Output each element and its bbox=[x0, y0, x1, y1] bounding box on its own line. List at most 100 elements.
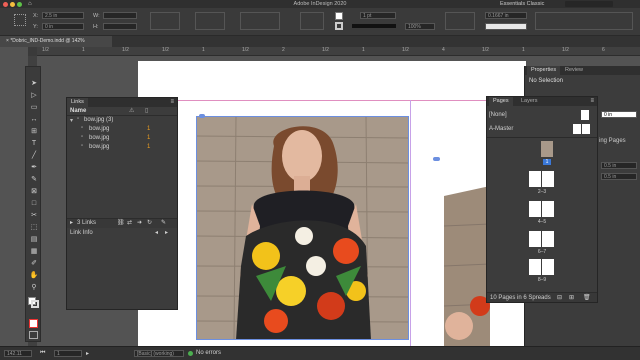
home-icon[interactable]: ⌂ bbox=[28, 1, 32, 7]
direct-selection-tool-icon[interactable]: ▷ bbox=[29, 91, 39, 101]
hand-tool-icon[interactable]: ✋ bbox=[29, 271, 39, 281]
prev-link-icon[interactable]: ◂ bbox=[155, 229, 158, 236]
relink-cc-icon[interactable]: ⛓ bbox=[117, 219, 125, 226]
relink-icon[interactable]: ⇄ bbox=[127, 219, 132, 226]
document-tab[interactable]: × *Dobric_IND-Demo.indd @ 142% bbox=[0, 36, 112, 47]
page-size-icon[interactable]: ⊟ bbox=[557, 294, 562, 301]
effects-buttons[interactable] bbox=[445, 12, 475, 30]
page-thumb-2[interactable] bbox=[529, 171, 541, 187]
tab-links[interactable]: Links bbox=[67, 98, 88, 107]
delete-page-icon[interactable]: 🗑 bbox=[583, 294, 591, 301]
reference-point-icon[interactable] bbox=[14, 14, 26, 26]
first-page-icon[interactable]: ⏮ bbox=[40, 350, 45, 357]
page-column-icon[interactable]: ▯ bbox=[145, 107, 148, 114]
goto-link-icon[interactable]: ➜ bbox=[137, 219, 142, 226]
screen-mode-icon[interactable] bbox=[29, 331, 38, 339]
content-collector-icon[interactable]: ⊞ bbox=[29, 127, 39, 137]
column-name[interactable]: Name bbox=[70, 108, 86, 114]
link-info-row[interactable]: Link Info ◂ ▸ bbox=[67, 228, 177, 238]
stroke-swatch[interactable] bbox=[335, 22, 343, 30]
tab-pages[interactable]: Pages bbox=[489, 97, 513, 106]
stroke-type-selector[interactable] bbox=[352, 24, 396, 28]
y-field[interactable]: 0 in bbox=[42, 23, 84, 30]
none-master[interactable]: [None] bbox=[489, 112, 507, 118]
margin-top-field[interactable]: 0.5 in bbox=[601, 162, 637, 169]
update-link-icon[interactable]: ↻ bbox=[147, 219, 152, 226]
frame-handle[interactable] bbox=[433, 157, 440, 161]
page-thumb-6[interactable] bbox=[529, 231, 541, 247]
disclosure-triangle-icon[interactable]: ▾ bbox=[70, 117, 73, 124]
stroke-swatch-icon[interactable] bbox=[31, 300, 39, 308]
gap-field[interactable]: 0.1667 in bbox=[485, 12, 527, 19]
horizontal-ruler[interactable]: 1/2 1 1/2 1/2 1 1/2 2 1/2 1 1/2 4 1/2 1 1/2 6 bbox=[36, 47, 640, 56]
content-grabber-handle[interactable] bbox=[199, 114, 205, 118]
page-thumb-8[interactable] bbox=[529, 259, 541, 275]
collapse-icon[interactable]: ▸ bbox=[70, 219, 73, 226]
links-item-row[interactable]: ▫ bow.jpg 1 bbox=[67, 134, 177, 143]
w-field[interactable] bbox=[103, 12, 137, 19]
zoom-field[interactable]: 142.11 bbox=[4, 350, 32, 357]
page-thumb-4[interactable] bbox=[529, 201, 541, 217]
next-link-icon[interactable]: ▸ bbox=[165, 229, 168, 236]
apply-none-icon[interactable] bbox=[29, 319, 38, 328]
stroke-weight-field[interactable]: 1 pt bbox=[360, 12, 396, 19]
preflight-profile[interactable]: [Basic] (working) bbox=[134, 350, 184, 357]
gradient-tool-icon[interactable]: ▤ bbox=[29, 235, 39, 245]
tab-review[interactable]: Review bbox=[561, 66, 587, 75]
link-page[interactable]: 1 bbox=[147, 144, 150, 150]
fill-swatch[interactable] bbox=[335, 12, 343, 20]
new-page-icon[interactable]: ⊞ bbox=[569, 294, 574, 301]
tab-layers[interactable]: Layers bbox=[517, 97, 542, 106]
spread-label-4[interactable]: 6–7 bbox=[532, 249, 552, 255]
preflight-status[interactable]: No errors bbox=[196, 350, 221, 356]
spread-label-1[interactable]: 1 bbox=[543, 159, 551, 165]
links-group-row[interactable]: ▾ ▫ bow.jpg (3) bbox=[67, 116, 177, 125]
spread-label-3[interactable]: 4–5 bbox=[532, 219, 552, 225]
links-item-row[interactable]: ▫ bow.jpg 1 bbox=[67, 125, 177, 134]
scissors-tool-icon[interactable]: ✂ bbox=[29, 211, 39, 221]
a-master-thumb-left[interactable] bbox=[573, 124, 581, 134]
panel-menu-icon[interactable]: ≡ bbox=[170, 99, 174, 105]
edit-original-icon[interactable]: ✎ bbox=[161, 219, 166, 226]
margin-field[interactable]: 0 in bbox=[601, 111, 637, 118]
rotate-shear-fields[interactable] bbox=[195, 12, 225, 30]
spread-label-5[interactable]: 8–9 bbox=[532, 277, 552, 283]
page-tool-icon[interactable]: ▭ bbox=[29, 103, 39, 113]
tab-close-icon[interactable]: × bbox=[6, 38, 9, 44]
page-thumb-3[interactable] bbox=[542, 171, 554, 187]
margin-bottom-field[interactable]: 0.5 in bbox=[601, 173, 637, 180]
scale-fields[interactable] bbox=[150, 12, 180, 30]
rectangle-frame-tool-icon[interactable]: ⊠ bbox=[29, 187, 39, 197]
page-thumb-9[interactable] bbox=[542, 259, 554, 275]
pencil-tool-icon[interactable]: ✎ bbox=[29, 175, 39, 185]
selection-tool-icon[interactable]: ➤ bbox=[29, 79, 39, 89]
x-field[interactable]: 2.5 in bbox=[42, 12, 84, 19]
type-tool-icon[interactable]: T bbox=[29, 139, 39, 149]
second-image-frame[interactable] bbox=[444, 186, 490, 346]
eyedropper-tool-icon[interactable]: ✐ bbox=[29, 259, 39, 269]
links-item-row[interactable]: ▫ bow.jpg 1 bbox=[67, 143, 177, 152]
page-thumb-1[interactable] bbox=[541, 141, 553, 157]
opacity-field[interactable]: 100% bbox=[405, 23, 435, 30]
rectangle-tool-icon[interactable]: □ bbox=[29, 199, 39, 209]
flip-buttons[interactable] bbox=[240, 12, 280, 30]
a-master-thumb-right[interactable] bbox=[582, 124, 590, 134]
none-master-thumb[interactable] bbox=[581, 110, 589, 120]
free-transform-tool-icon[interactable]: ⬚ bbox=[29, 223, 39, 233]
workspace-switcher[interactable]: Essentials Classic bbox=[500, 0, 544, 8]
page-thumb-7[interactable] bbox=[542, 231, 554, 247]
page-number-field[interactable]: 1 bbox=[54, 350, 82, 357]
status-column-icon[interactable]: ⚠ bbox=[129, 107, 134, 114]
page-thumb-5[interactable] bbox=[542, 201, 554, 217]
frame-fitting-buttons[interactable] bbox=[535, 12, 633, 30]
spread-label-2[interactable]: 2–3 bbox=[532, 189, 552, 195]
ruler-origin[interactable] bbox=[28, 47, 37, 56]
search-input[interactable] bbox=[565, 1, 613, 7]
h-field[interactable] bbox=[103, 23, 137, 30]
zoom-tool-icon[interactable]: ⚲ bbox=[29, 283, 39, 293]
a-master[interactable]: A-Master bbox=[489, 126, 513, 132]
link-page[interactable]: 1 bbox=[147, 126, 150, 132]
select-container-buttons[interactable] bbox=[300, 12, 324, 30]
gap-tool-icon[interactable]: ↔ bbox=[29, 115, 39, 125]
line-tool-icon[interactable]: ╱ bbox=[29, 151, 39, 161]
